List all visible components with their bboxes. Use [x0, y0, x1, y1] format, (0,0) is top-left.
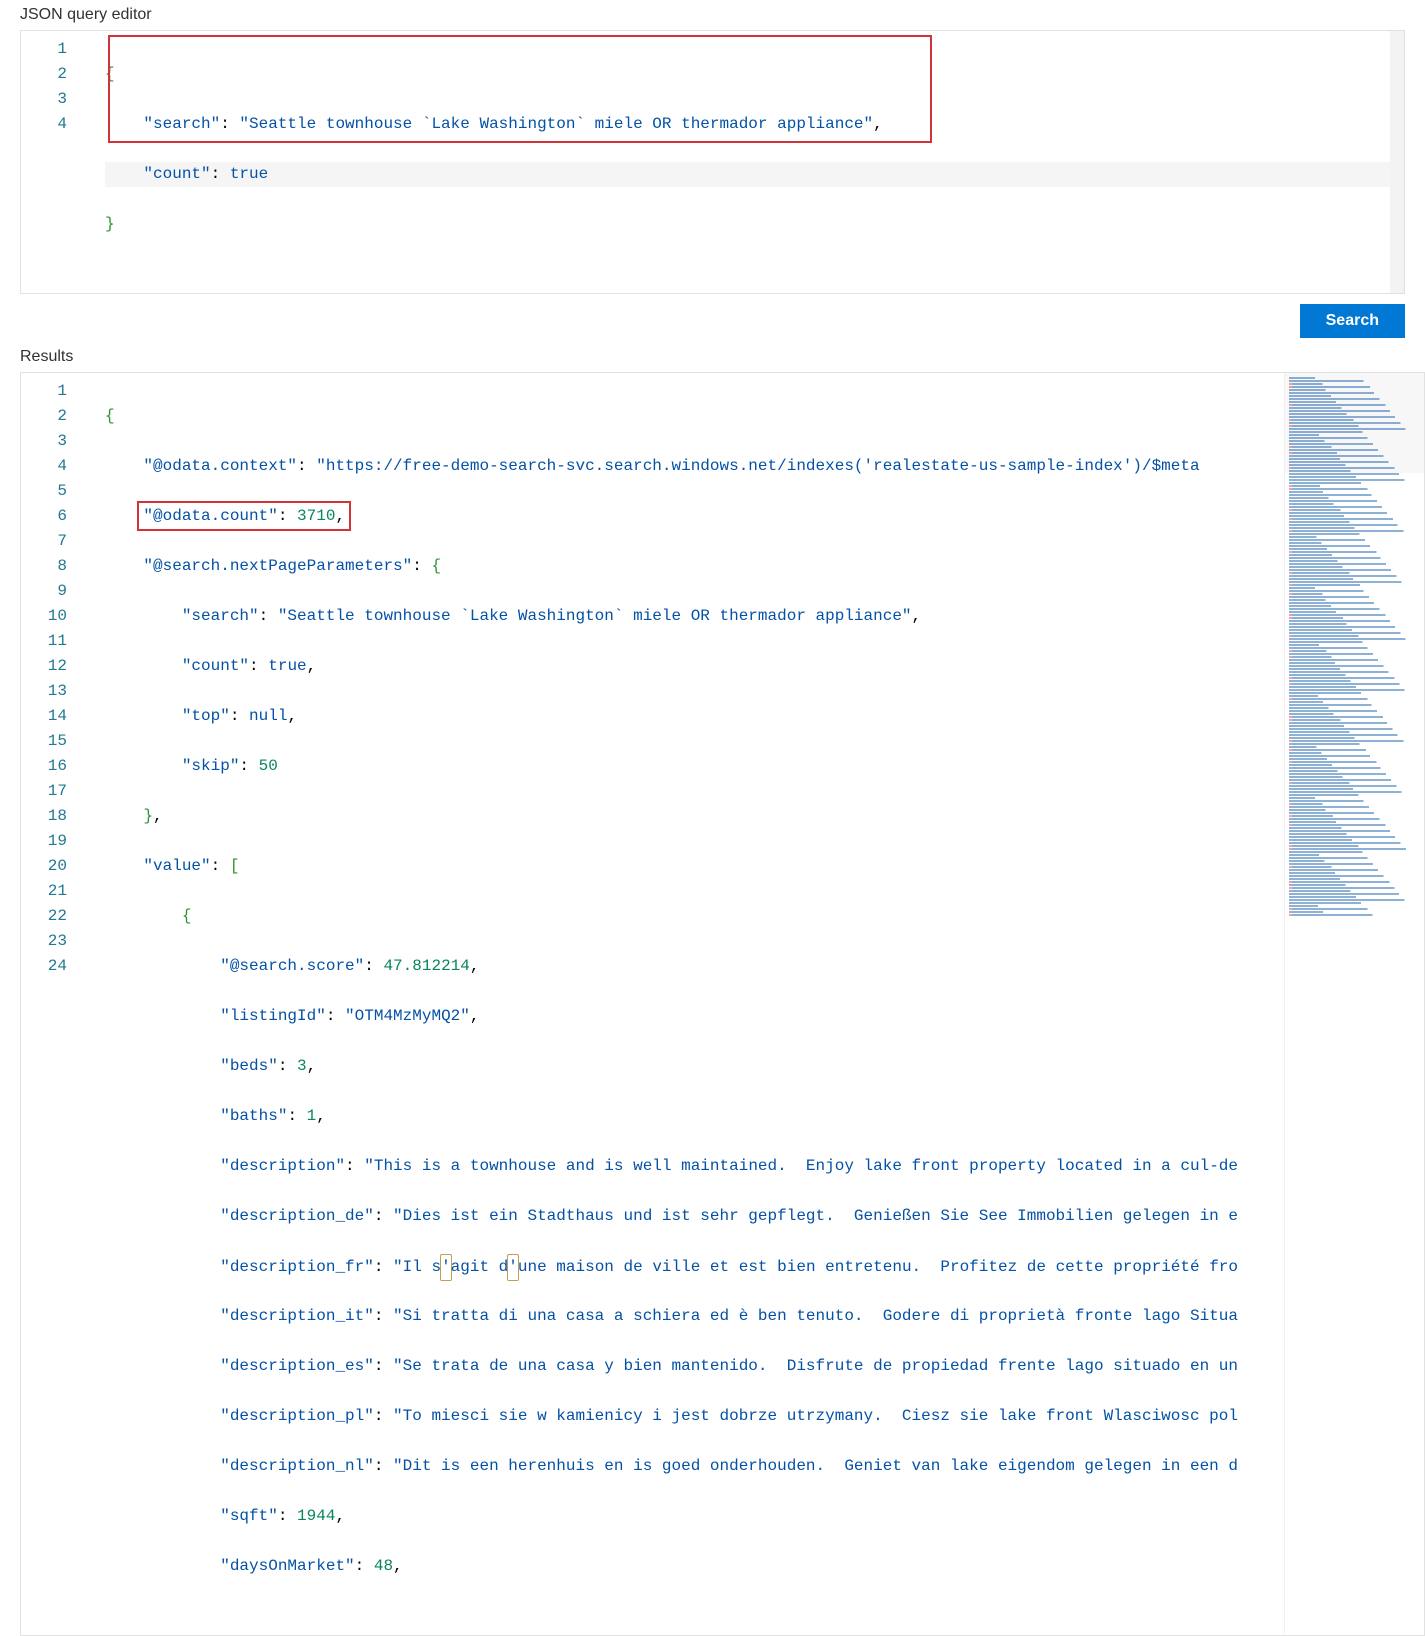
- query-code[interactable]: { "search": "Seattle townhouse `Lake Was…: [89, 31, 1404, 293]
- search-button[interactable]: Search: [1300, 304, 1405, 338]
- query-scrollbar[interactable]: [1390, 31, 1404, 293]
- query-editor[interactable]: 1 2 3 4 { "search": "Seattle townhouse `…: [21, 31, 1404, 293]
- results-container: 1 2 3 4 5 6 7 8 9 10 11 12 13 14 15 16 1…: [20, 372, 1425, 1636]
- results-code[interactable]: { "@odata.context": "https://free-demo-s…: [89, 373, 1284, 1635]
- query-editor-container: 1 2 3 4 { "search": "Seattle townhouse `…: [20, 30, 1405, 294]
- results-gutter: 1 2 3 4 5 6 7 8 9 10 11 12 13 14 15 16 1…: [21, 373, 89, 1635]
- query-gutter: 1 2 3 4: [21, 31, 89, 293]
- results-label: Results: [0, 342, 1425, 372]
- results-minimap[interactable]: // minimap lines generated below after d…: [1284, 373, 1424, 1635]
- query-editor-label: JSON query editor: [0, 0, 1425, 30]
- results-editor[interactable]: 1 2 3 4 5 6 7 8 9 10 11 12 13 14 15 16 1…: [21, 373, 1284, 1635]
